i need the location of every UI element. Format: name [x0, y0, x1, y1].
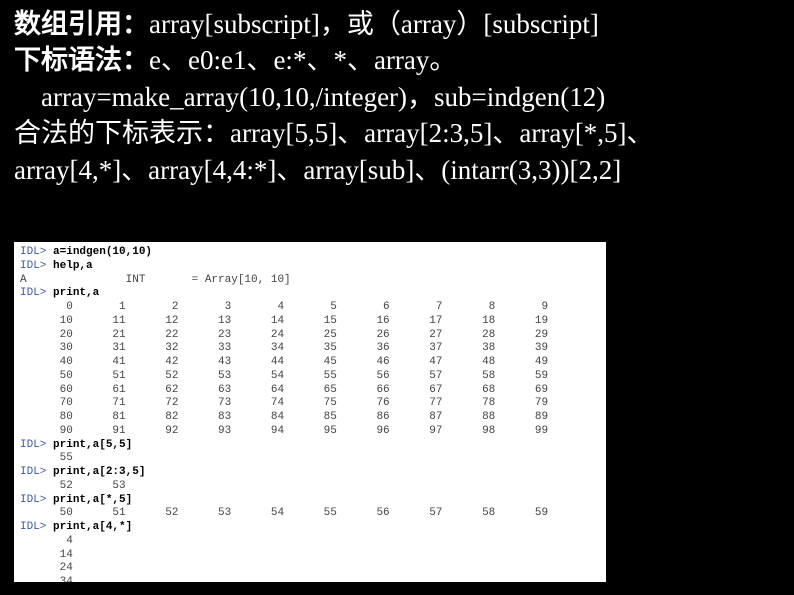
- cmd-print-a4star: print,a[4,*]: [53, 521, 132, 533]
- cmd-indgen: a=indgen(10,10): [53, 246, 152, 258]
- matrix-row: 40 41 42 43 44 45 46 47 48 49: [20, 356, 548, 368]
- col4-row: 4: [20, 535, 73, 547]
- prompt: IDL>: [20, 466, 53, 478]
- label-subscript-syntax: 下标语法：: [14, 45, 149, 75]
- array-reference-body: array[subscript]，或（array）[subscript]: [149, 9, 599, 39]
- prompt: IDL>: [20, 439, 53, 451]
- prompt: IDL>: [20, 287, 53, 299]
- idl-console: IDL> a=indgen(10,10) IDL> help,a A INT =…: [14, 242, 606, 582]
- subscript-syntax-body: e、e0:e1、e:*、*、array。: [149, 45, 456, 75]
- matrix-row: 50 51 52 53 54 55 56 57 58 59: [20, 370, 548, 382]
- make-array-line: array=make_array(10,10,/integer)，sub=ind…: [14, 82, 605, 112]
- prompt: IDL>: [20, 521, 53, 533]
- matrix-row: 90 91 92 93 94 95 96 97 98 99: [20, 425, 548, 437]
- main-text: 数组引用：array[subscript]，或（array）[subscript…: [14, 6, 766, 188]
- label-array-reference: 数组引用：: [14, 9, 149, 39]
- cmd-print-astar5: print,a[*,5]: [53, 494, 132, 506]
- matrix-row: 10 11 12 13 14 15 16 17 18 19: [20, 315, 548, 327]
- matrix-row: 20 21 22 23 24 25 26 27 28 29: [20, 329, 548, 341]
- matrix-row: 70 71 72 73 74 75 76 77 78 79: [20, 397, 548, 409]
- cmd-print-a: print,a: [53, 287, 99, 299]
- cmd-print-a55: print,a[5,5]: [53, 439, 132, 451]
- prompt: IDL>: [20, 246, 53, 258]
- col4-row: 14: [20, 549, 73, 561]
- output-astar5: 50 51 52 53 54 55 56 57 58 59: [20, 507, 548, 519]
- legal-subscript-label: 合法的下标表示：: [14, 118, 230, 148]
- prompt: IDL>: [20, 260, 53, 272]
- matrix-row: 60 61 62 63 64 65 66 67 68 69: [20, 384, 548, 396]
- col4-row: 34: [20, 576, 73, 582]
- matrix-row: 0 1 2 3 4 5 6 7 8 9: [20, 301, 548, 313]
- col4-row: 24: [20, 562, 73, 574]
- cmd-help: help,a: [53, 260, 93, 272]
- cmd-print-a23-5: print,a[2:3,5]: [53, 466, 145, 478]
- output-a23-5: 52 53: [20, 480, 126, 492]
- matrix-row: 80 81 82 83 84 85 86 87 88 89: [20, 411, 548, 423]
- slide: 数组引用：array[subscript]，或（array）[subscript…: [0, 0, 794, 595]
- output-help: A INT = Array[10, 10]: [20, 274, 291, 286]
- matrix-row: 30 31 32 33 34 35 36 37 38 39: [20, 342, 548, 354]
- output-a55: 55: [20, 452, 73, 464]
- prompt: IDL>: [20, 494, 53, 506]
